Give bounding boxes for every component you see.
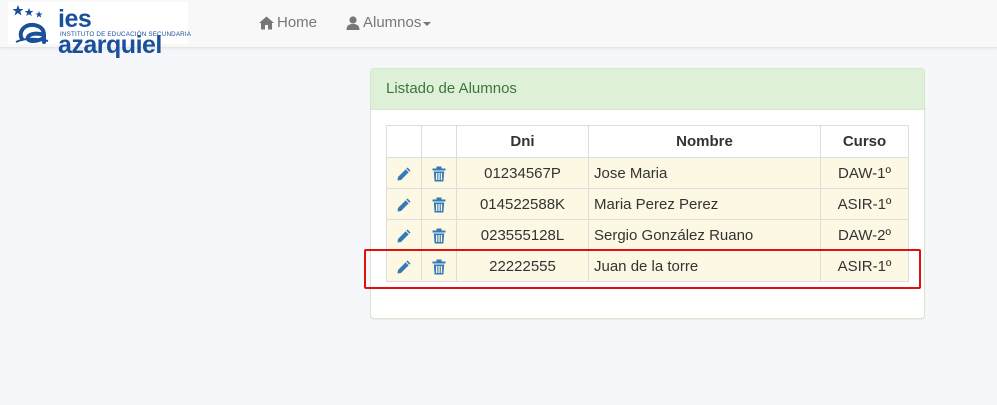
cell-dni: 01234567P xyxy=(456,157,589,189)
cell-curso: DAW-1º xyxy=(820,157,909,189)
header-edit xyxy=(386,125,422,158)
edit-button[interactable] xyxy=(386,157,422,189)
students-table: Dni Nombre Curso 01234567P Jose Maria DA… xyxy=(386,125,909,282)
cell-dni: 023555128L xyxy=(456,219,589,251)
cell-nombre: Juan de la torre xyxy=(588,250,821,282)
logo-icon xyxy=(12,5,49,44)
header-dni: Dni xyxy=(456,125,589,158)
pencil-icon xyxy=(397,229,411,243)
table-row: 22222555 Juan de la torre ASIR-1º xyxy=(386,250,909,282)
edit-button[interactable] xyxy=(386,188,422,220)
pencil-icon xyxy=(397,260,411,274)
trash-icon xyxy=(432,166,446,182)
brand-subtitle: INSTITUTO DE EDUCACIÓN SECUNDARIA xyxy=(60,31,192,38)
nav-home-label: Home xyxy=(277,14,318,31)
panel-title: Listado de Alumnos xyxy=(371,69,924,110)
header-delete xyxy=(421,125,457,158)
cell-curso: ASIR-1º xyxy=(820,250,909,282)
nav-alumnos-dropdown[interactable]: Alumnos xyxy=(346,13,432,33)
home-icon xyxy=(259,16,274,30)
pencil-icon xyxy=(397,198,411,212)
delete-button[interactable] xyxy=(421,250,457,282)
header-nombre: Nombre xyxy=(588,125,821,158)
table-header-row: Dni Nombre Curso xyxy=(386,125,909,158)
cell-dni: 22222555 xyxy=(456,250,589,282)
brand-logo[interactable]: ies azarquiel INSTITUTO DE EDUCACIÓN SEC… xyxy=(8,2,192,58)
navbar: ies azarquiel INSTITUTO DE EDUCACIÓN SEC… xyxy=(0,0,997,58)
user-icon xyxy=(346,16,360,30)
table-row: 023555128L Sergio González Ruano DAW-2º xyxy=(386,219,909,251)
delete-button[interactable] xyxy=(421,219,457,251)
cell-dni: 014522588K xyxy=(456,188,589,220)
edit-button[interactable] xyxy=(386,250,422,282)
header-curso: Curso xyxy=(820,125,909,158)
delete-button[interactable] xyxy=(421,188,457,220)
trash-icon xyxy=(432,259,446,275)
students-panel: Listado de Alumnos Dni Nombre Curso 0123… xyxy=(370,68,925,319)
table-row: 014522588K Maria Perez Perez ASIR-1º xyxy=(386,188,909,220)
cell-nombre: Sergio González Ruano xyxy=(588,219,821,251)
caret-down-icon xyxy=(423,22,432,26)
cell-curso: ASIR-1º xyxy=(820,188,909,220)
nav-alumnos-label: Alumnos xyxy=(363,14,422,31)
delete-button[interactable] xyxy=(421,157,457,189)
pencil-icon xyxy=(397,167,411,181)
trash-icon xyxy=(432,197,446,213)
table-row: 01234567P Jose Maria DAW-1º xyxy=(386,157,909,189)
cell-nombre: Jose Maria xyxy=(588,157,821,189)
cell-nombre: Maria Perez Perez xyxy=(588,188,821,220)
nav-home[interactable]: Home xyxy=(259,13,317,33)
edit-button[interactable] xyxy=(386,219,422,251)
cell-curso: DAW-2º xyxy=(820,219,909,251)
trash-icon xyxy=(432,228,446,244)
